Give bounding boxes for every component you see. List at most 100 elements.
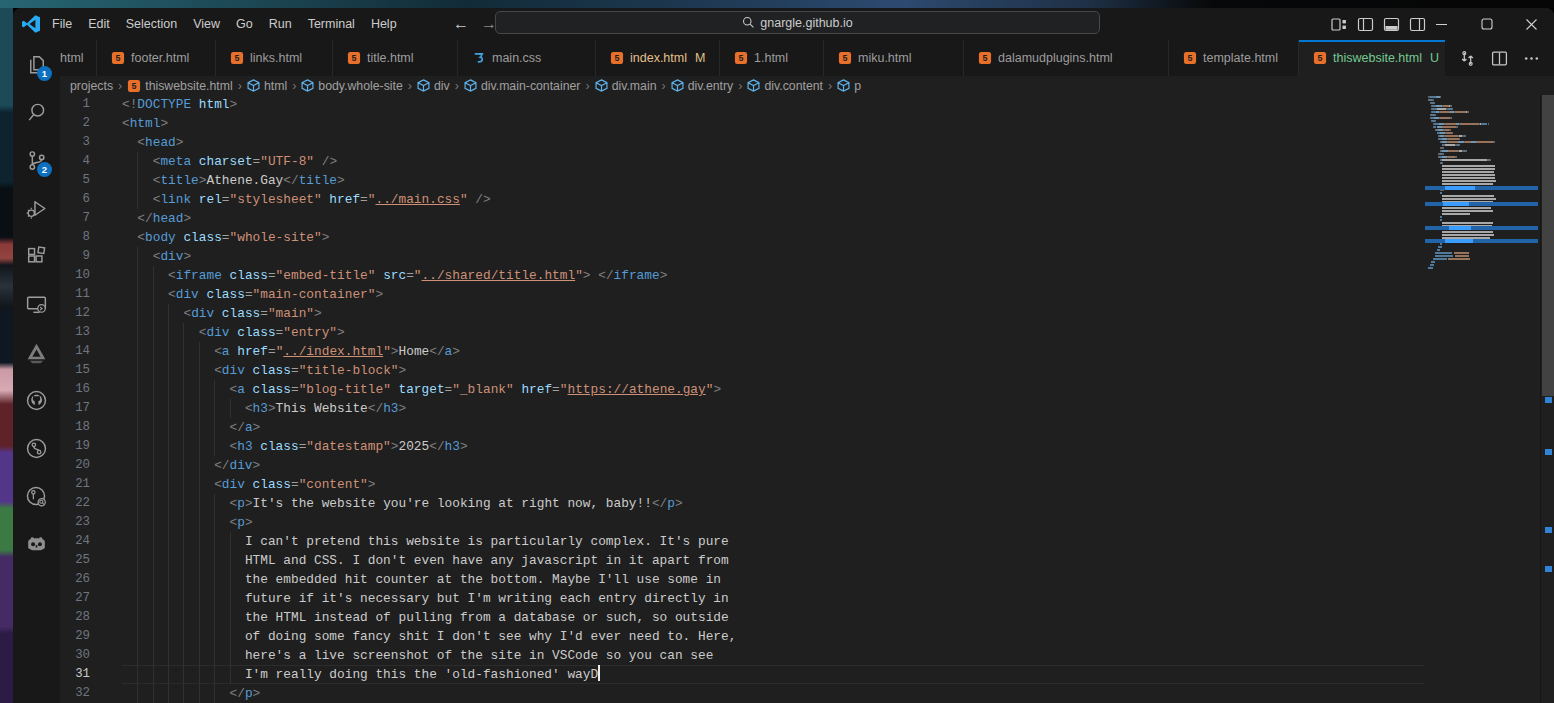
line-number[interactable]: 7 [60, 209, 90, 228]
minimize-button[interactable] [1419, 8, 1464, 40]
breadcrumb-item[interactable]: div.main [595, 79, 657, 93]
line-number[interactable]: 23 [60, 513, 90, 532]
close-button[interactable] [1509, 8, 1554, 40]
code-line-1[interactable]: 1<!DOCTYPE html> [60, 95, 1554, 114]
code-line-23[interactable]: 23 <p> [60, 513, 1554, 532]
nav-back-button[interactable]: ← [450, 8, 472, 39]
minimap[interactable] [1425, 95, 1538, 703]
code-line-18[interactable]: 18 </a> [60, 418, 1554, 437]
code-line-29[interactable]: 29 of doing some fancy shit I don't see … [60, 627, 1554, 646]
line-number[interactable]: 13 [60, 323, 90, 342]
code-editor[interactable]: 1<!DOCTYPE html>2<html>3 <head>4 <meta c… [60, 95, 1554, 703]
code-line-25[interactable]: 25 HTML and CSS. I don't even have any j… [60, 551, 1554, 570]
activity-github-icon[interactable] [13, 376, 60, 424]
code-line-2[interactable]: 2<html> [60, 114, 1554, 133]
code-line-8[interactable]: 8 <body class="whole-site"> [60, 228, 1554, 247]
menu-view[interactable]: View [185, 8, 228, 40]
breadcrumb-item[interactable]: 5thiswebsite.html [127, 79, 232, 93]
activity-search-icon[interactable] [13, 88, 60, 136]
line-number[interactable]: 5 [60, 171, 90, 190]
line-number[interactable]: 21 [60, 475, 90, 494]
code-line-16[interactable]: 16 <a class="blog-title" target="_blank"… [60, 380, 1554, 399]
scrollbar-thumb[interactable] [1542, 95, 1554, 396]
line-number[interactable]: 9 [60, 247, 90, 266]
activity-source-control-icon[interactable]: 2 [13, 136, 60, 184]
breadcrumb-item[interactable]: div.content [747, 79, 823, 93]
tab-thiswebsite.html[interactable]: 5thiswebsite.htmlU [1299, 40, 1469, 76]
code-line-6[interactable]: 6 <link rel="stylesheet" href="../main.c… [60, 190, 1554, 209]
breadcrumb-item[interactable]: p [837, 79, 861, 93]
line-number[interactable]: 18 [60, 418, 90, 437]
menu-run[interactable]: Run [261, 8, 300, 40]
code-line-22[interactable]: 22 <p>It's the website you're looking at… [60, 494, 1554, 513]
more-actions-icon[interactable] [1523, 50, 1540, 67]
code-line-31[interactable]: 31 I'm really doing this the 'old-fashio… [60, 665, 1554, 684]
line-number[interactable]: 22 [60, 494, 90, 513]
code-line-9[interactable]: 9 <div> [60, 247, 1554, 266]
activity-godot-icon[interactable] [13, 520, 60, 568]
code-line-15[interactable]: 15 <div class="title-block"> [60, 361, 1554, 380]
line-number[interactable]: 12 [60, 304, 90, 323]
line-number[interactable]: 17 [60, 399, 90, 418]
code-line-12[interactable]: 12 <div class="main"> [60, 304, 1554, 323]
activity-gitlens-icon[interactable] [13, 424, 60, 472]
line-number[interactable]: 25 [60, 551, 90, 570]
code-line-10[interactable]: 10 <iframe class="embed-title" src="../s… [60, 266, 1554, 285]
line-number[interactable]: 3 [60, 133, 90, 152]
activity-extensions-icon[interactable] [13, 232, 60, 280]
open-changes-icon[interactable] [1459, 50, 1476, 67]
code-line-20[interactable]: 20 </div> [60, 456, 1554, 475]
line-number[interactable]: 32 [60, 684, 90, 703]
tab-template.html[interactable]: 5template.html [1169, 40, 1299, 76]
activity-run-debug-icon[interactable] [13, 184, 60, 232]
breadcrumb-item[interactable]: div [417, 79, 450, 93]
activity-triangle-a-icon[interactable] [13, 328, 60, 376]
tab-links.html[interactable]: 5links.html [216, 40, 333, 76]
command-center-search[interactable]: gnargle.github.io [495, 11, 1100, 34]
line-number[interactable]: 1 [60, 95, 90, 114]
code-line-17[interactable]: 17 <h3>This Website</h3> [60, 399, 1554, 418]
toggle-sidebar-icon[interactable] [1357, 16, 1374, 33]
line-number[interactable]: 10 [60, 266, 90, 285]
breadcrumb-item[interactable]: html [247, 79, 287, 93]
split-editor-icon[interactable] [1491, 50, 1508, 67]
activity-remote-explorer-icon[interactable] [13, 280, 60, 328]
line-number[interactable]: 15 [60, 361, 90, 380]
line-number[interactable]: 24 [60, 532, 90, 551]
code-line-4[interactable]: 4 <meta charset="UTF-8" /> [60, 152, 1554, 171]
menu-edit[interactable]: Edit [80, 8, 118, 40]
tab-title.html[interactable]: 5title.html [333, 40, 458, 76]
code-line-19[interactable]: 19 <h3 class="datestamp">2025</h3> [60, 437, 1554, 456]
tab-dalamudplugins.html[interactable]: 5dalamudplugins.html [964, 40, 1169, 76]
code-line-7[interactable]: 7 </head> [60, 209, 1554, 228]
vertical-scrollbar[interactable] [1540, 95, 1554, 703]
tab-1.html[interactable]: 51.html [720, 40, 824, 76]
breadcrumb-item[interactable]: div.main-container [464, 79, 581, 93]
code-line-24[interactable]: 24 I can't pretend this website is parti… [60, 532, 1554, 551]
line-number[interactable]: 28 [60, 608, 90, 627]
menu-selection[interactable]: Selection [118, 8, 185, 40]
activity-files-icon[interactable]: 1 [13, 40, 60, 88]
tab-miku.html[interactable]: 5miku.html [824, 40, 964, 76]
breadcrumb-item[interactable]: div.entry [671, 79, 734, 93]
activity-commit-graph-icon[interactable] [13, 472, 60, 520]
code-line-27[interactable]: 27 future if it's necessary but I'm writ… [60, 589, 1554, 608]
line-number[interactable]: 8 [60, 228, 90, 247]
line-number[interactable]: 2 [60, 114, 90, 133]
line-number[interactable]: 30 [60, 646, 90, 665]
code-line-21[interactable]: 21 <div class="content"> [60, 475, 1554, 494]
menu-go[interactable]: Go [228, 8, 261, 40]
line-number[interactable]: 20 [60, 456, 90, 475]
code-line-32[interactable]: 32 </p> [60, 684, 1554, 703]
code-line-3[interactable]: 3 <head> [60, 133, 1554, 152]
menu-terminal[interactable]: Terminal [300, 8, 363, 40]
code-line-13[interactable]: 13 <div class="entry"> [60, 323, 1554, 342]
code-line-26[interactable]: 26 the embedded hit counter at the botto… [60, 570, 1554, 589]
customize-layout-icon[interactable] [1331, 16, 1348, 33]
line-number[interactable]: 4 [60, 152, 90, 171]
line-number[interactable]: 16 [60, 380, 90, 399]
code-line-11[interactable]: 11 <div class="main-container"> [60, 285, 1554, 304]
line-number[interactable]: 26 [60, 570, 90, 589]
line-number[interactable]: 11 [60, 285, 90, 304]
code-line-14[interactable]: 14 <a href="../index.html">Home</a> [60, 342, 1554, 361]
